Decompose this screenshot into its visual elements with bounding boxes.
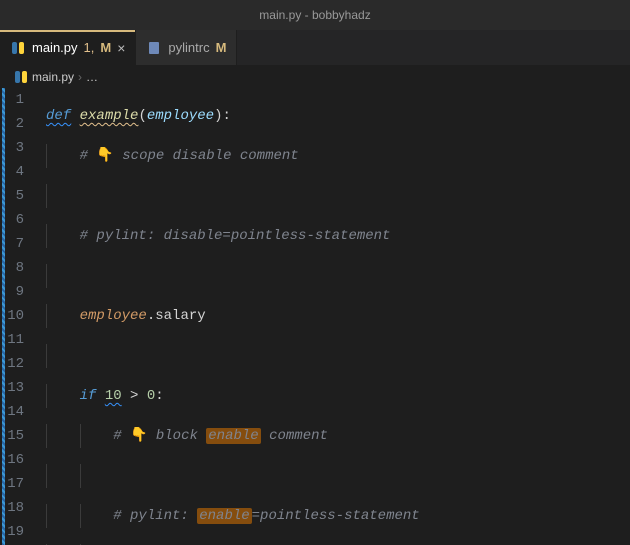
tab-label: main.py bbox=[32, 40, 78, 55]
python-icon bbox=[10, 40, 26, 56]
breadcrumb[interactable]: main.py › … bbox=[0, 66, 630, 88]
line-number-gutter: 1 2 3 4 5 6 7 8 9 10 11 12 13 14 15 16 1… bbox=[0, 88, 42, 545]
code-content[interactable]: def example(employee): # 👇 scope disable… bbox=[42, 88, 630, 545]
breadcrumb-more: … bbox=[86, 70, 98, 84]
tab-git-status: M bbox=[216, 40, 227, 55]
tab-main-py[interactable]: main.py 1, M × bbox=[0, 30, 136, 65]
tab-git-status: M bbox=[100, 40, 111, 55]
chevron-right-icon: › bbox=[78, 70, 82, 84]
tab-label: pylintrc bbox=[168, 40, 209, 55]
file-icon bbox=[146, 40, 162, 56]
close-icon[interactable]: × bbox=[117, 40, 125, 56]
code-editor[interactable]: 1 2 3 4 5 6 7 8 9 10 11 12 13 14 15 16 1… bbox=[0, 88, 630, 545]
tab-problem-count: 1, bbox=[84, 40, 95, 55]
python-icon bbox=[14, 70, 28, 84]
window-title-bar: main.py - bobbyhadz bbox=[0, 0, 630, 30]
window-title: main.py - bobbyhadz bbox=[259, 8, 370, 22]
tab-bar: main.py 1, M × pylintrc M bbox=[0, 30, 630, 66]
tab-pylintrc[interactable]: pylintrc M bbox=[136, 30, 237, 65]
breadcrumb-file: main.py bbox=[32, 70, 74, 84]
